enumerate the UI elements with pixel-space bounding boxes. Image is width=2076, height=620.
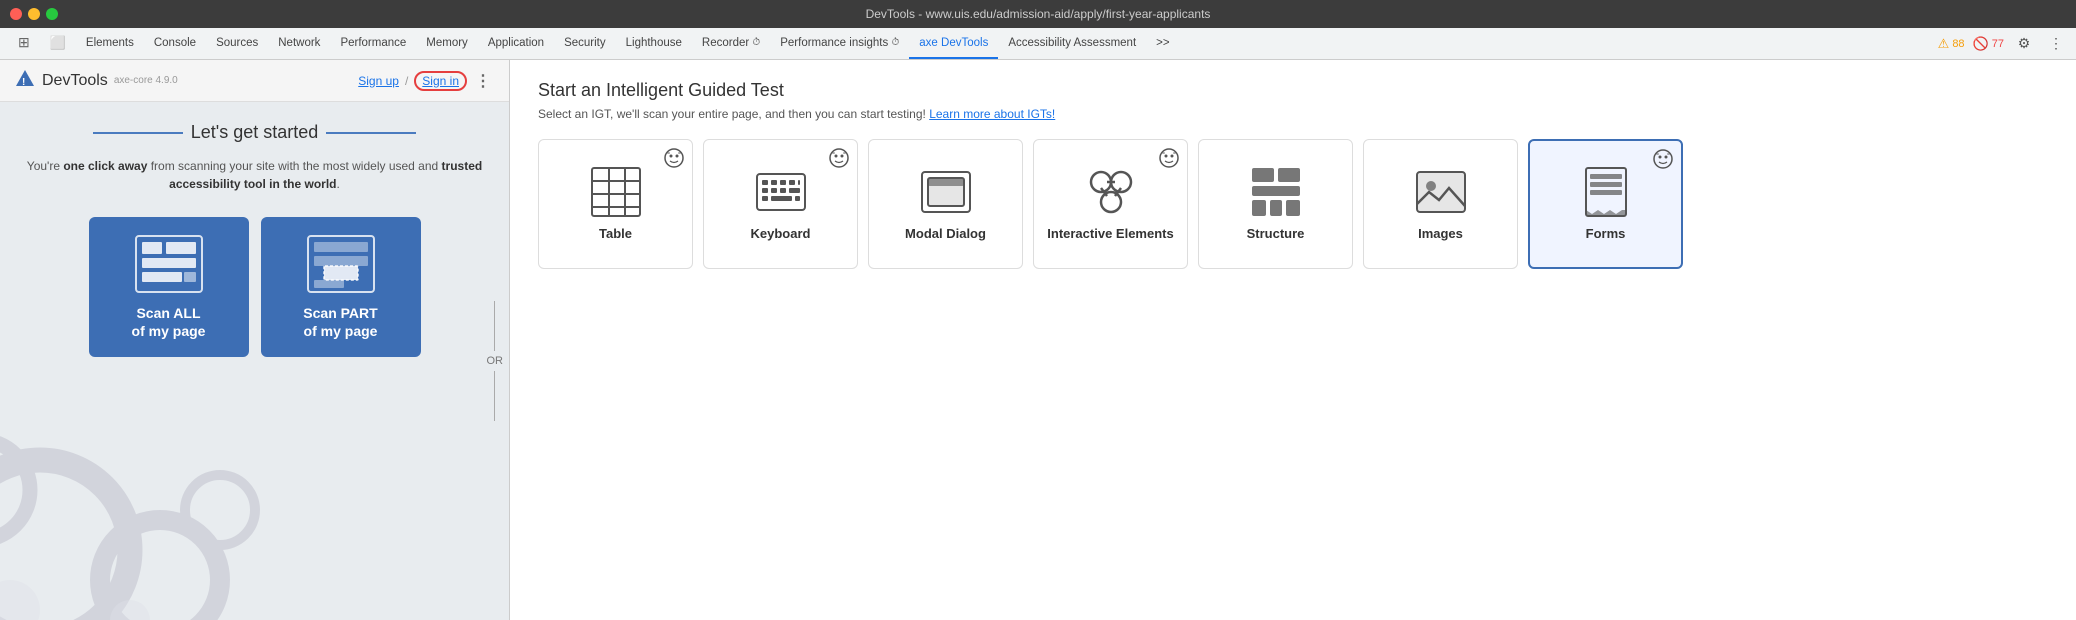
left-panel-body: Let's get started You're one click away … [0, 102, 509, 620]
tab-accessibility-assessment[interactable]: Accessibility Assessment [998, 28, 1146, 59]
igt-title: Start an Intelligent Guided Test [538, 80, 2048, 101]
igt-card-modal-dialog[interactable]: Modal Dialog [868, 139, 1023, 269]
minimize-button[interactable] [28, 8, 40, 20]
tab-security[interactable]: Security [554, 28, 616, 59]
images-card-icon [1415, 166, 1467, 218]
igt-card-interactive-elements[interactable]: Interactive Elements [1033, 139, 1188, 269]
igt-cards-grid: Table [538, 139, 2048, 269]
sign-in-link[interactable]: Sign in [414, 71, 467, 91]
tab-performance[interactable]: Performance [330, 28, 416, 59]
tab-console[interactable]: Console [144, 28, 206, 59]
bot-icon-keyboard [829, 148, 849, 168]
axe-version: axe-core 4.9.0 [114, 75, 178, 86]
or-line-bottom [494, 371, 495, 421]
table-card-label: Table [599, 226, 632, 243]
line-left [93, 132, 183, 134]
table-card-icon [590, 166, 642, 218]
images-card-label: Images [1418, 226, 1463, 243]
axe-logo-icon: ! [14, 68, 36, 93]
divider: / [405, 74, 408, 88]
tab-application[interactable]: Application [478, 28, 554, 59]
more-options-button[interactable]: ⋮ [2044, 32, 2068, 56]
interactive-elements-card-icon [1085, 166, 1137, 218]
line-right [326, 132, 416, 134]
interactive-elements-card-label: Interactive Elements [1047, 226, 1173, 243]
or-divider: OR [481, 301, 510, 421]
tab-sources[interactable]: Sources [206, 28, 268, 59]
axe-header: ! DevTools axe-core 4.9.0 Sign up / Sign… [0, 60, 509, 102]
or-line-top [494, 301, 495, 351]
modal-dialog-card-icon [920, 166, 972, 218]
maximize-button[interactable] [46, 8, 58, 20]
subtitle-text: You're one click away from scanning your… [24, 157, 485, 193]
keyboard-card-label: Keyboard [751, 226, 811, 243]
igt-card-structure[interactable]: Structure [1198, 139, 1353, 269]
scan-buttons-group: Scan ALLof my page Scan PARTof my page [24, 217, 485, 357]
keyboard-card-icon [755, 166, 807, 218]
warning-count-badge: ⚠ 88 [1938, 36, 1965, 52]
svg-text:!: ! [22, 77, 25, 88]
bot-icon-interactive [1159, 148, 1179, 168]
left-panel: ! DevTools axe-core 4.9.0 Sign up / Sign… [0, 60, 510, 620]
error-count-badge: 🚫 77 [1973, 36, 2004, 52]
or-label: OR [481, 351, 510, 371]
axe-logo: ! DevTools axe-core 4.9.0 [14, 68, 178, 93]
bot-icon-table [664, 148, 684, 168]
igt-card-forms[interactable]: Forms [1528, 139, 1683, 269]
tab-network[interactable]: Network [268, 28, 330, 59]
scan-all-label: Scan ALLof my page [132, 304, 206, 340]
igt-subtitle: Select an IGT, we'll scan your entire pa… [538, 107, 2048, 121]
header-more-button[interactable]: ⋮ [471, 69, 495, 93]
learn-more-link[interactable]: Learn more about IGTs! [929, 107, 1055, 121]
tab-axe-devtools[interactable]: axe DevTools [909, 28, 998, 59]
devtools-tabs-bar: ⊞ ⬜ Elements Console Sources Network Per… [0, 28, 2076, 60]
scan-part-button[interactable]: Scan PARTof my page [261, 217, 421, 357]
title-bar: DevTools - www.uis.edu/admission-aid/app… [0, 0, 2076, 28]
tab-performance-insights[interactable]: Performance insights ⏱ [770, 28, 909, 59]
window-title: DevTools - www.uis.edu/admission-aid/app… [866, 7, 1211, 21]
tab-memory[interactable]: Memory [416, 28, 478, 59]
structure-card-icon [1250, 166, 1302, 218]
main-content: ! DevTools axe-core 4.9.0 Sign up / Sign… [0, 60, 2076, 620]
tab-inspect-icons[interactable]: ⊞ [8, 28, 40, 59]
bot-icon-forms [1653, 149, 1673, 169]
lets-get-started-heading: Let's get started [24, 122, 485, 143]
settings-button[interactable]: ⚙ [2012, 32, 2036, 56]
modal-dialog-card-label: Modal Dialog [905, 226, 986, 243]
tabs-right-area: ⚠ 88 🚫 77 ⚙ ⋮ [1938, 28, 2068, 59]
scan-all-button[interactable]: Scan ALLof my page [89, 217, 249, 357]
forms-card-label: Forms [1586, 226, 1626, 243]
axe-header-links: Sign up / Sign in ⋮ [358, 69, 495, 93]
igt-header: Start an Intelligent Guided Test Select … [538, 80, 2048, 121]
sign-up-link[interactable]: Sign up [358, 74, 399, 88]
tab-device-icon[interactable]: ⬜ [40, 28, 76, 59]
right-panel: Start an Intelligent Guided Test Select … [510, 60, 2076, 620]
axe-title: DevTools [42, 72, 108, 90]
structure-card-label: Structure [1247, 226, 1305, 243]
tab-more[interactable]: >> [1146, 28, 1179, 59]
igt-card-table[interactable]: Table [538, 139, 693, 269]
tab-elements[interactable]: Elements [76, 28, 144, 59]
igt-card-images[interactable]: Images [1363, 139, 1518, 269]
tab-lighthouse[interactable]: Lighthouse [616, 28, 692, 59]
scan-part-label: Scan PARTof my page [303, 304, 377, 340]
igt-card-keyboard[interactable]: Keyboard [703, 139, 858, 269]
forms-card-icon [1580, 166, 1632, 218]
tab-recorder[interactable]: Recorder ⏱ [692, 28, 770, 59]
traffic-lights [10, 8, 58, 20]
close-button[interactable] [10, 8, 22, 20]
